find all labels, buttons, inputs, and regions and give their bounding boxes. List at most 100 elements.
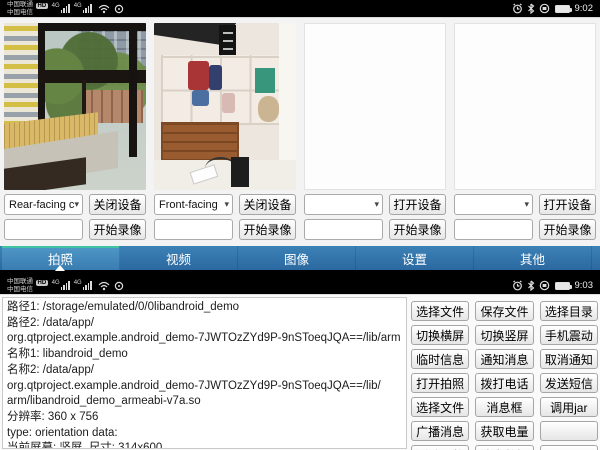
action-button-grid: 选择文件 保存文件 选择目录 切换横屏 切换竖屏 手机震动 临时信息 通知消息 … [411, 301, 598, 450]
battery-icon [555, 5, 570, 13]
status-bar-bottom: 中国联通 中国电信 HD 4G 4G 9:03 [0, 277, 600, 294]
eye-comfort-icon [114, 281, 124, 291]
open-device-button-3[interactable]: 打开设备 [389, 194, 446, 215]
carrier-line-1: 中国联通 [7, 1, 33, 9]
camera-select-dropdown-1[interactable]: Rear-facing c [4, 194, 83, 215]
carrier-names: 中国联通 中国电信 [7, 278, 33, 293]
rear-camera-preview [4, 23, 146, 190]
choose-file-button-2[interactable]: 选择文件 [411, 397, 469, 417]
camera-column-2: Front-facing 关闭设备 开始录像 [154, 23, 296, 240]
carrier-names: 中国联通 中国电信 [7, 1, 33, 16]
camera-column-3: 打开设备 开始录像 [304, 23, 446, 240]
clear-data-button[interactable]: 清空数据 [475, 445, 533, 450]
filename-input-1[interactable] [4, 219, 83, 240]
save-file-button[interactable]: 保存文件 [475, 301, 533, 321]
message-box-button[interactable]: 消息框 [475, 397, 533, 417]
carrier-line-1: 中国联通 [7, 278, 33, 286]
start-record-button-1[interactable]: 开始录像 [89, 219, 146, 240]
info-line: 路径1: /storage/emulated/0/0libandroid_dem… [7, 300, 402, 316]
info-line: org.qtproject.example.android_demo-7JWTO… [7, 331, 402, 347]
status-bar-top: 中国联通 中国电信 HD 4G 4G 9:02 [0, 0, 600, 17]
get-battery-button[interactable]: 获取电量 [475, 421, 533, 441]
active-tab-arrow-icon [55, 265, 65, 271]
info-line: 路径2: /data/app/ [7, 316, 402, 332]
empty-button-1[interactable] [540, 421, 598, 441]
photo-basket [258, 96, 279, 121]
signal-strength-icon: 4G [52, 4, 70, 13]
bluetooth-icon [527, 280, 535, 291]
alarm-icon [512, 280, 523, 291]
screen-divider [0, 270, 600, 277]
volte-hd-icon: HD [36, 280, 48, 286]
start-record-button-4[interactable]: 开始录像 [539, 219, 596, 240]
wifi-icon [98, 281, 110, 291]
vibrate-button[interactable]: 手机震动 [540, 325, 598, 345]
bluetooth-icon [527, 3, 535, 14]
tab-settings[interactable]: 设置 [356, 246, 474, 270]
camera-select-dropdown-2[interactable]: Front-facing [154, 194, 233, 215]
carrier-line-2: 中国电信 [7, 286, 33, 294]
eye-comfort-icon [114, 4, 124, 14]
tab-image[interactable]: 图像 [238, 246, 356, 270]
info-line: 名称2: /data/app/ [7, 363, 402, 379]
cancel-notify-button[interactable]: 取消通知 [540, 349, 598, 369]
choose-file-button[interactable]: 选择文件 [411, 301, 469, 321]
switch-landscape-button[interactable]: 切换横屏 [411, 325, 469, 345]
filename-input-3[interactable] [304, 219, 383, 240]
close-device-button-1[interactable]: 关闭设备 [89, 194, 146, 215]
signal-strength-icon-2: 4G [74, 4, 92, 13]
close-device-button-2[interactable]: 关闭设备 [239, 194, 296, 215]
start-record-button-3[interactable]: 开始录像 [389, 219, 446, 240]
photo-green-box [255, 68, 275, 93]
empty-button-2[interactable] [540, 445, 598, 450]
start-record-button-2[interactable]: 开始录像 [239, 219, 296, 240]
carrier-line-2: 中国电信 [7, 9, 33, 17]
tab-other[interactable]: 其他 [474, 246, 592, 270]
info-line: 当前屏幕: 竖屏, 尺寸: 314x600 [7, 441, 402, 449]
test-function-button[interactable]: 测试函数 [411, 445, 469, 450]
alarm-icon [512, 3, 523, 14]
toast-message-button[interactable]: 临时信息 [411, 349, 469, 369]
open-device-button-4[interactable]: 打开设备 [539, 194, 596, 215]
camera-column-4: 打开设备 开始录像 [454, 23, 596, 240]
camera-preview-empty-3 [304, 23, 446, 190]
camera-preview-empty-4 [454, 23, 596, 190]
switch-portrait-button[interactable]: 切换竖屏 [475, 325, 533, 345]
clock-time: 9:02 [575, 3, 594, 14]
info-line: arm/libandroid_demo_armeabi-v7a.so [7, 394, 402, 410]
front-camera-preview [154, 23, 296, 190]
info-line: type: orientation data: [7, 426, 402, 442]
choose-directory-button[interactable]: 选择目录 [540, 301, 598, 321]
tab-video[interactable]: 视频 [120, 246, 238, 270]
call-jar-button[interactable]: 调用jar [540, 397, 598, 417]
info-line: org.qtproject.example.android_demo-7JWTO… [7, 379, 402, 395]
debug-info-panel: 路径1: /storage/emulated/0/0libandroid_dem… [2, 297, 407, 449]
open-camera-button[interactable]: 打开拍照 [411, 373, 469, 393]
screen-record-icon [539, 3, 550, 14]
camera-select-dropdown-4[interactable] [454, 194, 533, 215]
photo-router [231, 157, 249, 187]
android-camera-demo-app: 中国联通 中国电信 HD 4G 4G 9:02 [0, 0, 600, 450]
broadcast-message-button[interactable]: 广播消息 [411, 421, 469, 441]
signal-strength-icon: 4G [52, 281, 70, 290]
photo-window-frame [129, 23, 138, 157]
dial-phone-button[interactable]: 拨打电话 [475, 373, 533, 393]
battery-icon [555, 282, 570, 290]
send-sms-button[interactable]: 发送短信 [540, 373, 598, 393]
notify-message-button[interactable]: 通知消息 [475, 349, 533, 369]
camera-select-dropdown-3[interactable] [304, 194, 383, 215]
photo-wood-cabinet [161, 122, 239, 164]
info-line: 分辨率: 360 x 756 [7, 410, 402, 426]
filename-input-2[interactable] [154, 219, 233, 240]
tab-bar: 拍照 视频 图像 设置 其他 [0, 246, 600, 270]
other-tab-content: 路径1: /storage/emulated/0/0libandroid_dem… [0, 294, 600, 450]
photo-clothes [222, 93, 235, 113]
photo-clothes [188, 61, 209, 89]
camera-column-1: Rear-facing c 关闭设备 开始录像 [4, 23, 146, 240]
photo-clothes [209, 65, 222, 90]
filename-input-4[interactable] [454, 219, 533, 240]
screen-record-icon [539, 280, 550, 291]
clock-time: 9:03 [575, 280, 594, 291]
photo-clothes [192, 90, 209, 107]
info-line: 名称1: libandroid_demo [7, 347, 402, 363]
